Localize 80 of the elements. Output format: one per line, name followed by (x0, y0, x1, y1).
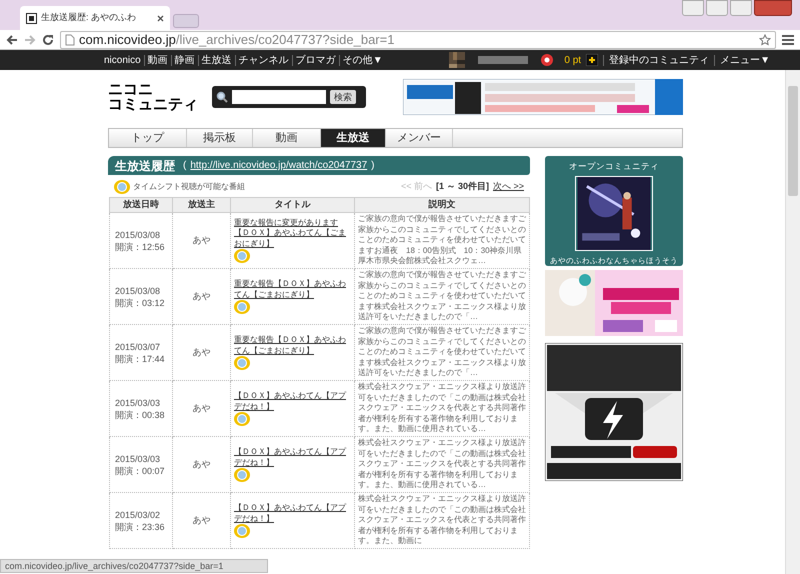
logo-text[interactable]: ニコニ (108, 82, 212, 97)
description-cell: ご家族の意向で僕が報告させていただきますご家族からこのコミュニティでしてくださいとのことのためコミュニティを使わせていただいてます株式会社スクウェア・エニックス様より放送許可をいただきましたので「… (354, 324, 530, 380)
description-cell: 株式会社スクウェア・エニックス様より放送許可をいただきましたので「この動画は株式会社スクウェア・エニックスを代表とする共同著作者が権利を所有する著作物を利用しております。また、動画に (354, 492, 530, 548)
host-cell: あや (172, 436, 230, 492)
broadcast-date: 2015/03/03 (115, 452, 162, 464)
community-tab[interactable]: トップ (109, 129, 187, 147)
user-button[interactable] (682, 0, 704, 16)
nav-link[interactable]: ブロマガ (296, 52, 336, 68)
start-time: 開演：00:38 (115, 408, 166, 420)
nav-link[interactable]: チャンネル (238, 52, 289, 68)
broadcast-date: 2015/03/07 (115, 340, 162, 352)
logo-text[interactable]: コミュニティ (108, 97, 212, 112)
paren-text: ) (371, 159, 374, 173)
nav-link[interactable]: 登録中のコミュニティ (609, 52, 710, 68)
nav-link[interactable]: niconico (104, 52, 141, 68)
community-tab[interactable]: メンバー (386, 129, 453, 147)
address-bar[interactable]: com.nicovideo.jp/live_archives/co2047737?side_bar=1 (60, 30, 776, 48)
community-tab[interactable]: 生放送 (321, 129, 386, 147)
search-icon (216, 91, 228, 103)
start-time: 開演：23:36 (115, 520, 166, 532)
community-link[interactable]: http://live.nicovideo.jp/watch/co2047737 (190, 158, 368, 173)
browser-tab[interactable]: 生放送履歴: あやのふわ (20, 6, 170, 30)
page-range: [1 ～ 30件目] (436, 180, 489, 194)
close-icon[interactable] (157, 14, 164, 22)
menu-icon[interactable] (782, 34, 794, 44)
nav-link[interactable]: その他▼ (342, 52, 383, 68)
broadcast-date: 2015/03/08 (115, 284, 162, 296)
new-tab-button[interactable] (173, 14, 199, 28)
host-cell: あや (172, 212, 230, 268)
back-icon[interactable] (6, 34, 18, 46)
next-link[interactable]: 次へ >> (492, 180, 524, 194)
description-cell: ご家族の意向で僕が報告させていただきますご家族からこのコミュニティでしてくださいとのことのためコミュニティを使わせていただいてます株式会社スクウェア・エニックス様より放送許可をいただきましたので「… (354, 268, 530, 324)
column-header: 説明文 (354, 198, 530, 212)
start-time: 開演：17:44 (115, 352, 166, 364)
url-text: com.nicovideo.jp/live_archives/co2047737?side_bar=1 (79, 30, 394, 49)
start-time: 開演：03:12 (115, 296, 166, 308)
description-cell: 株式会社スクウェア・エニックス様より放送許可をいただきましたので「この動画は株式会社スクウェア・エニックスを代表とする共同著作者が権利を所有する著作物を利用しております。また、動画に使用されている… (354, 436, 530, 492)
search-field[interactable] (232, 90, 326, 104)
points: 0 pt (564, 54, 582, 68)
scrollbar[interactable] (785, 70, 800, 574)
host-cell: あや (172, 324, 230, 380)
broadcast-date: 2015/03/02 (115, 508, 162, 520)
host-cell: あや (172, 268, 230, 324)
start-time: 開演：00:07 (115, 464, 166, 476)
page-icon (65, 34, 75, 46)
description-cell: ご家族の意向で僕が報告させていただきますご家族からこのコミュニティでしてくださいとのことのためコミュニティを使わせていただいてますお通夜 18：00告別式 10：30神奈川県厚木市県央会館株式会社スクウェ… (354, 212, 530, 268)
scrollbar-thumb[interactable] (788, 86, 798, 196)
column-header: 放送主 (172, 198, 230, 212)
paren-text: ( (183, 159, 186, 173)
start-time: 開演：12:56 (115, 240, 166, 252)
maximize-button[interactable] (730, 0, 752, 16)
section-title: 生放送履歴 (115, 158, 175, 174)
minimize-button[interactable] (706, 0, 728, 16)
page-icon (26, 12, 37, 24)
community-tab[interactable]: 掲示板 (187, 129, 253, 147)
bookmark-star-icon[interactable] (759, 34, 771, 46)
broadcast-date: 2015/03/08 (115, 228, 162, 240)
broadcast-date: 2015/03/03 (115, 396, 162, 408)
host-cell: あや (172, 492, 230, 548)
blurred-username (478, 56, 528, 64)
legend-text: タイムシフト視聴が可能な番組 (133, 181, 245, 193)
status-bar: com.nicovideo.jp/live_archives/co2047737?side_bar=1 (0, 559, 268, 573)
column-header: タイトル (230, 198, 354, 212)
prev-link: << 前へ (400, 180, 432, 194)
alert-icon[interactable] (541, 54, 554, 66)
timeshift-icon (114, 180, 130, 194)
plus-icon[interactable] (586, 54, 598, 66)
tab-title: 生放送履歴: あやのふわ (41, 11, 136, 24)
nav-link[interactable]: メニュー▼ (720, 52, 770, 68)
card-heading: オープンコミュニティ (569, 160, 659, 173)
column-header: 放送日時 (110, 198, 172, 212)
description-cell: 株式会社スクウェア・エニックス様より放送許可をいただきましたので「この動画は株式会社スクウェア・エニックスを代表とする共同著作者が権利を所有する著作物を利用しております。また、動画に使用されている… (354, 380, 530, 436)
host-cell: あや (172, 380, 230, 436)
nav-link[interactable]: 動画 (148, 52, 168, 68)
nav-link[interactable]: 生放送 (202, 52, 232, 68)
nav-link[interactable]: 静画 (174, 52, 195, 68)
close-button[interactable] (754, 0, 792, 16)
search-button[interactable]: 検索 (330, 90, 356, 104)
forward-icon[interactable] (24, 34, 36, 46)
reload-icon[interactable] (42, 34, 54, 46)
